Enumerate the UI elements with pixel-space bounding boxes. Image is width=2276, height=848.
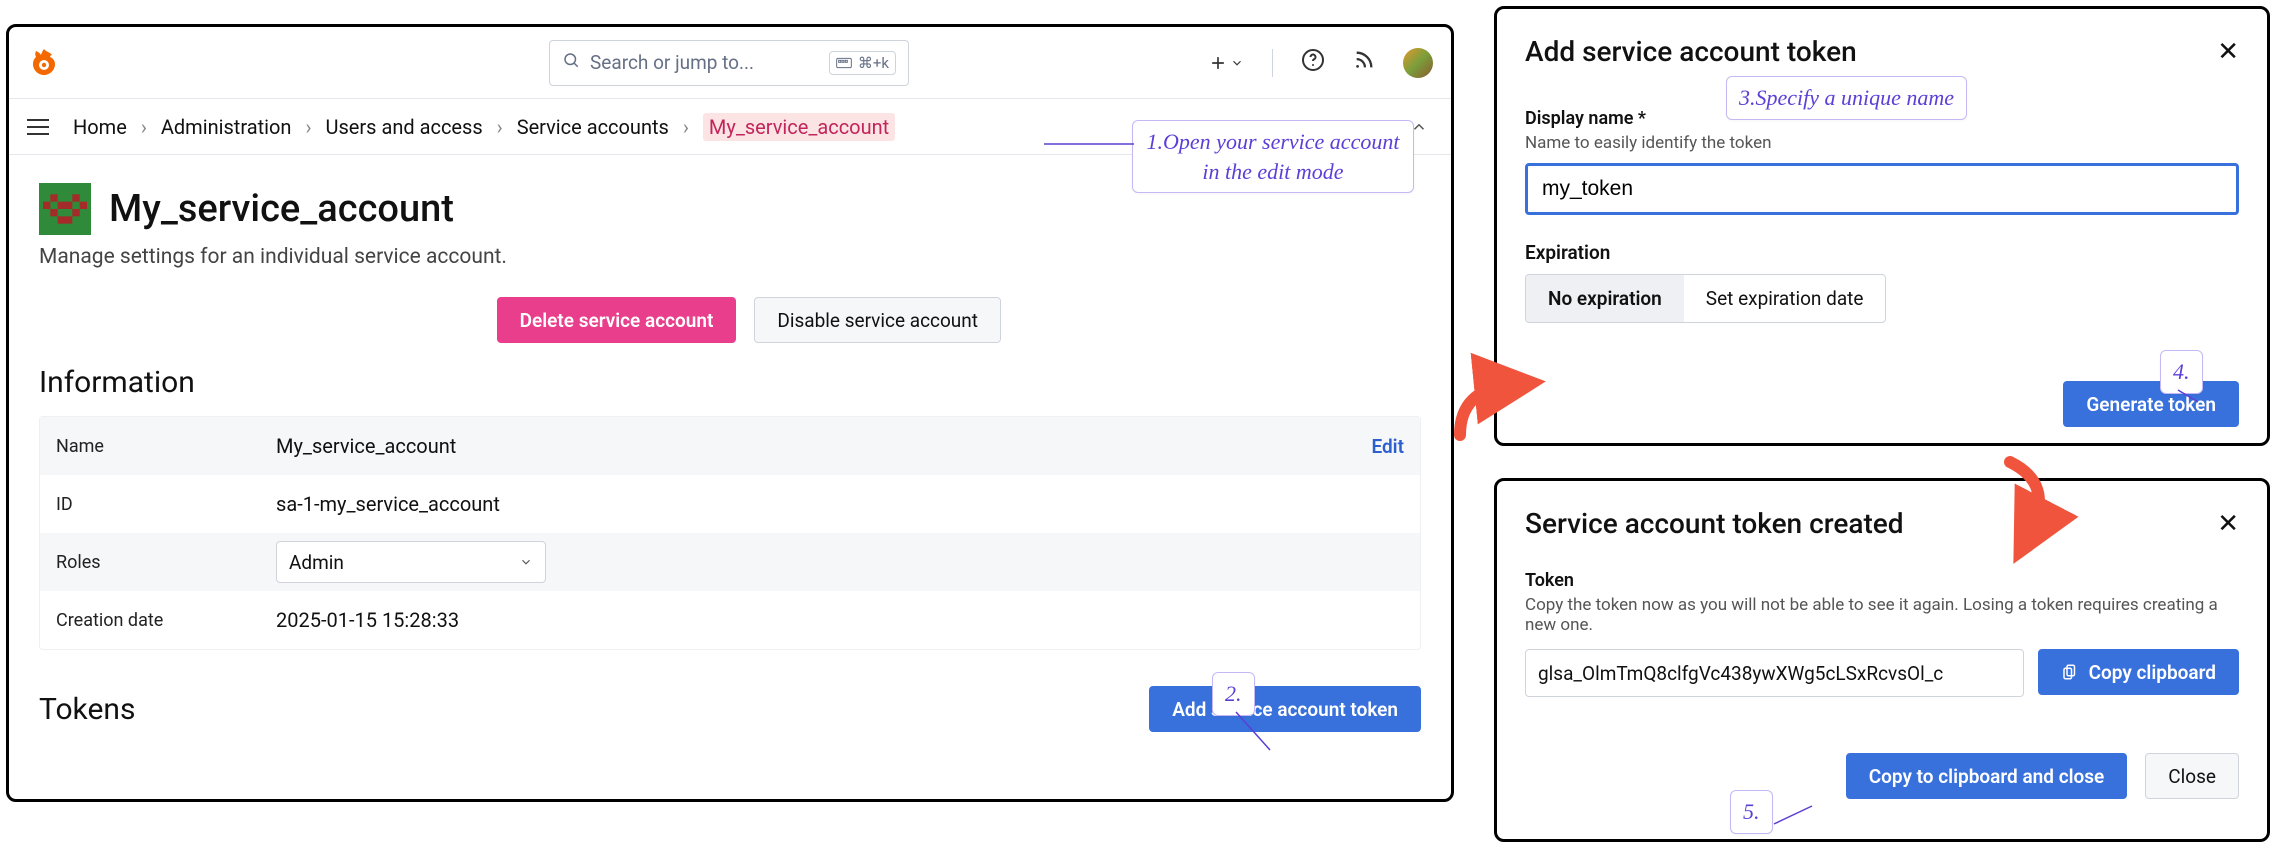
service-account-avatar-icon [39, 183, 91, 235]
dialog-title: Add service account token [1525, 35, 1857, 68]
divider [1272, 49, 1273, 77]
action-buttons: Delete service account Disable service a… [39, 297, 1421, 343]
chevron-right-icon: › [141, 115, 147, 139]
crumb-users-access[interactable]: Users and access [325, 115, 482, 139]
callout-3: 3.Specify a unique name [1726, 76, 1967, 120]
info-value: My_service_account [276, 434, 456, 458]
search-icon [562, 51, 580, 74]
search-input[interactable]: Search or jump to... ⌘+k [549, 40, 909, 86]
search-placeholder: Search or jump to... [590, 51, 754, 74]
help-icon[interactable] [1301, 48, 1325, 77]
info-row-created: Creation date 2025-01-15 15:28:33 [40, 591, 1420, 649]
rss-icon[interactable] [1353, 49, 1375, 76]
delete-service-account-button[interactable]: Delete service account [497, 297, 737, 343]
expiration-segmented: No expiration Set expiration date [1525, 274, 1886, 323]
display-name-input[interactable] [1525, 163, 2239, 215]
info-value: sa-1-my_service_account [276, 492, 500, 516]
add-service-account-token-button[interactable]: Add service account token [1149, 686, 1421, 732]
chevron-right-icon: › [497, 115, 503, 139]
copy-and-close-button[interactable]: Copy to clipboard and close [1846, 753, 2128, 799]
crumb-service-accounts[interactable]: Service accounts [517, 115, 669, 139]
close-icon[interactable]: ✕ [2217, 37, 2239, 67]
grafana-logo-icon[interactable] [27, 46, 61, 80]
info-label: Roles [56, 552, 276, 573]
copy-clipboard-button[interactable]: Copy clipboard [2038, 649, 2239, 695]
info-value: 2025-01-15 15:28:33 [276, 608, 459, 632]
expiration-label: Expiration [1525, 241, 2239, 264]
crumb-admin[interactable]: Administration [161, 115, 292, 139]
token-created-dialog: Service account token created ✕ Token Co… [1494, 478, 2270, 842]
main-content: My_service_account Manage settings for a… [9, 155, 1451, 760]
menu-icon[interactable] [27, 119, 49, 135]
info-label: ID [56, 494, 276, 515]
callout-5: 5. [1730, 790, 1773, 834]
topbar-right [1208, 48, 1433, 78]
close-icon[interactable]: ✕ [2217, 509, 2239, 539]
token-value[interactable]: glsa_OlmTmQ8clfgVc438ywXWg5cLSxRcvsOl_c [1525, 649, 2024, 697]
chevron-down-icon [519, 555, 533, 569]
info-row-id: ID sa-1-my_service_account [40, 475, 1420, 533]
roles-value: Admin [289, 551, 344, 574]
info-label: Name [56, 436, 276, 457]
info-table: Name My_service_account Edit ID sa-1-my_… [39, 416, 1421, 650]
dialog-title: Service account token created [1525, 507, 1904, 540]
display-name-hint: Name to easily identify the token [1525, 133, 2239, 153]
generate-token-button[interactable]: Generate token [2063, 381, 2239, 427]
expiration-none-tab[interactable]: No expiration [1526, 275, 1684, 322]
token-hint: Copy the token now as you will not be ab… [1525, 595, 2239, 635]
chevron-right-icon: › [683, 115, 689, 139]
callout-1: 1.Open your service account in the edit … [1132, 120, 1414, 193]
info-row-name: Name My_service_account Edit [40, 417, 1420, 475]
chevron-right-icon: › [305, 115, 311, 139]
crumb-home[interactable]: Home [73, 115, 127, 139]
token-label: Token [1525, 570, 2239, 591]
add-token-dialog: Add service account token ✕ Display name… [1494, 6, 2270, 446]
roles-select[interactable]: Admin [276, 541, 546, 583]
crumb-current: My_service_account [703, 113, 895, 141]
info-row-roles: Roles Admin [40, 533, 1420, 591]
info-label: Creation date [56, 610, 276, 631]
edit-name-link[interactable]: Edit [1371, 435, 1404, 458]
callout-4: 4. [2160, 350, 2203, 394]
account-title: My_service_account [109, 187, 454, 231]
callout-2: 2. [1212, 672, 1255, 716]
section-tokens: Tokens [39, 692, 135, 727]
topbar: Search or jump to... ⌘+k [9, 27, 1451, 99]
disable-service-account-button[interactable]: Disable service account [754, 297, 1001, 343]
add-menu[interactable] [1208, 53, 1244, 73]
user-avatar[interactable] [1403, 48, 1433, 78]
clipboard-icon [2061, 663, 2079, 681]
search-kbd-hint: ⌘+k [829, 51, 896, 75]
copy-clipboard-label: Copy clipboard [2089, 661, 2216, 684]
expiration-date-tab[interactable]: Set expiration date [1684, 275, 1886, 322]
close-button[interactable]: Close [2145, 753, 2239, 799]
section-information: Information [39, 365, 1421, 400]
account-subtitle: Manage settings for an individual servic… [39, 245, 1421, 269]
